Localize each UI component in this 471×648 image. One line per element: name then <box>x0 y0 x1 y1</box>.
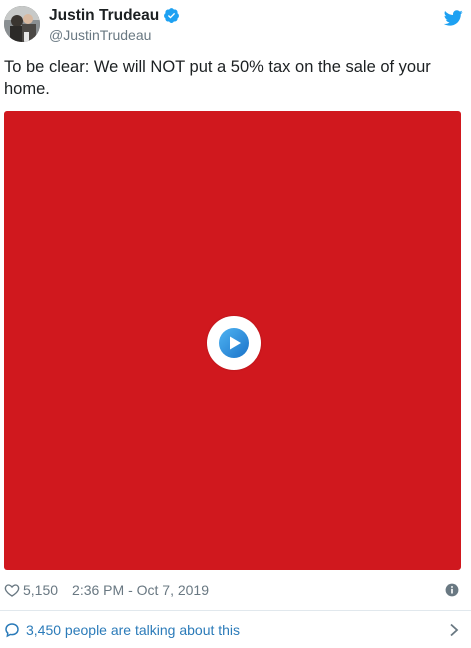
tweet-text: To be clear: We will NOT put a 50% tax o… <box>4 58 431 98</box>
play-icon <box>219 328 249 358</box>
author-info: Justin Trudeau @JustinTrudeau <box>49 6 180 44</box>
conversation-link[interactable]: 3,450 people are talking about this <box>4 619 461 641</box>
info-icon[interactable] <box>445 583 459 597</box>
avatar-photo <box>4 6 40 42</box>
verified-badge-icon <box>164 8 180 23</box>
comment-bubble-icon <box>5 623 19 638</box>
author-display-name[interactable]: Justin Trudeau <box>49 6 159 25</box>
conversation-label[interactable]: 3,450 people are talking about this <box>26 622 240 638</box>
tweet-timestamp[interactable]: 2:36 PM - Oct 7, 2019 <box>72 582 209 598</box>
like-button[interactable]: 5,150 <box>4 582 58 598</box>
author-handle[interactable]: @JustinTrudeau <box>49 26 180 44</box>
heart-icon <box>4 584 20 597</box>
play-button[interactable] <box>207 316 261 370</box>
tweet-header: Justin Trudeau @JustinTrudeau <box>4 6 467 46</box>
like-count: 5,150 <box>23 582 59 598</box>
embedded-tweet: Justin Trudeau @JustinTrudeau To be clea… <box>0 0 471 648</box>
divider <box>0 610 471 611</box>
tweet-meta: 5,150 2:36 PM - Oct 7, 2019 <box>4 580 461 600</box>
avatar[interactable] <box>4 6 40 42</box>
video-player[interactable] <box>4 111 461 570</box>
author-name-row[interactable]: Justin Trudeau <box>49 6 180 25</box>
twitter-bird-icon[interactable] <box>443 8 463 28</box>
chevron-right-icon[interactable] <box>449 623 459 637</box>
